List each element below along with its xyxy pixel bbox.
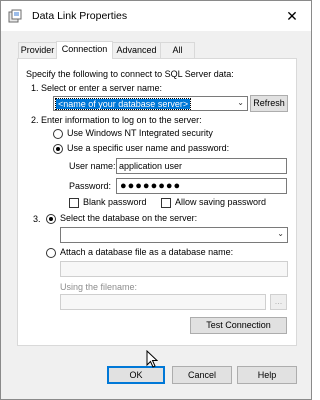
specific-user-radio[interactable]: [53, 144, 63, 154]
username-value: application user: [119, 161, 183, 171]
intro-text: Specify the following to connect to SQL …: [26, 69, 234, 79]
title-bar[interactable]: Data Link Properties ✕: [1, 1, 311, 31]
ok-button[interactable]: OK: [107, 366, 165, 384]
database-combo[interactable]: ⌄: [60, 227, 288, 243]
nt-security-label[interactable]: Use Windows NT Integrated security: [67, 128, 213, 139]
window-title: Data Link Properties: [32, 10, 128, 22]
tab-all[interactable]: All: [160, 42, 195, 58]
select-database-radio[interactable]: [46, 214, 56, 224]
chevron-down-icon[interactable]: ⌄: [237, 98, 244, 107]
server-name-combo[interactable]: <name of your database server> ⌄: [53, 96, 248, 111]
mouse-pointer-icon: [146, 350, 158, 368]
step1-label: 1. Select or enter a server name:: [31, 83, 163, 93]
tab-advanced[interactable]: Advanced: [112, 42, 161, 58]
help-button[interactable]: Help: [237, 366, 297, 384]
dialog-window: Data Link Properties ✕ Provider Connecti…: [0, 0, 312, 400]
attach-database-radio[interactable]: [46, 248, 56, 258]
password-value: ●●●●●●●●: [120, 180, 182, 192]
chevron-down-icon[interactable]: ⌄: [277, 229, 284, 238]
allow-saving-checkbox[interactable]: [161, 198, 171, 208]
password-field[interactable]: ●●●●●●●●: [116, 178, 287, 194]
attach-database-label[interactable]: Attach a database file as a database nam…: [60, 247, 233, 258]
filename-field[interactable]: [60, 294, 266, 310]
allow-saving-label[interactable]: Allow saving password: [175, 197, 266, 208]
blank-password-checkbox[interactable]: [69, 198, 79, 208]
username-label: User name:: [69, 161, 116, 171]
refresh-button[interactable]: Refresh: [250, 95, 288, 112]
server-name-value: <name of your database server>: [54, 98, 192, 110]
attach-database-name-field[interactable]: [60, 261, 288, 277]
datalink-app-icon: [8, 9, 22, 23]
cancel-button[interactable]: Cancel: [172, 366, 232, 384]
tab-connection[interactable]: Connection: [56, 41, 113, 59]
select-database-label[interactable]: Select the database on the server:: [60, 213, 197, 224]
nt-security-radio[interactable]: [53, 129, 63, 139]
specific-user-label[interactable]: Use a specific user name and password:: [67, 143, 229, 154]
username-field[interactable]: application user: [116, 158, 287, 174]
blank-password-label[interactable]: Blank password: [83, 197, 147, 208]
step2-label: 2. Enter information to log on to the se…: [31, 115, 202, 125]
tab-provider[interactable]: Provider: [18, 42, 57, 58]
password-label: Password:: [69, 181, 112, 191]
close-icon[interactable]: ✕: [273, 1, 311, 31]
test-connection-button[interactable]: Test Connection: [190, 317, 287, 334]
browse-button[interactable]: ...: [270, 294, 287, 310]
filename-label: Using the filename:: [60, 282, 138, 292]
step3-number: 3.: [33, 214, 41, 224]
